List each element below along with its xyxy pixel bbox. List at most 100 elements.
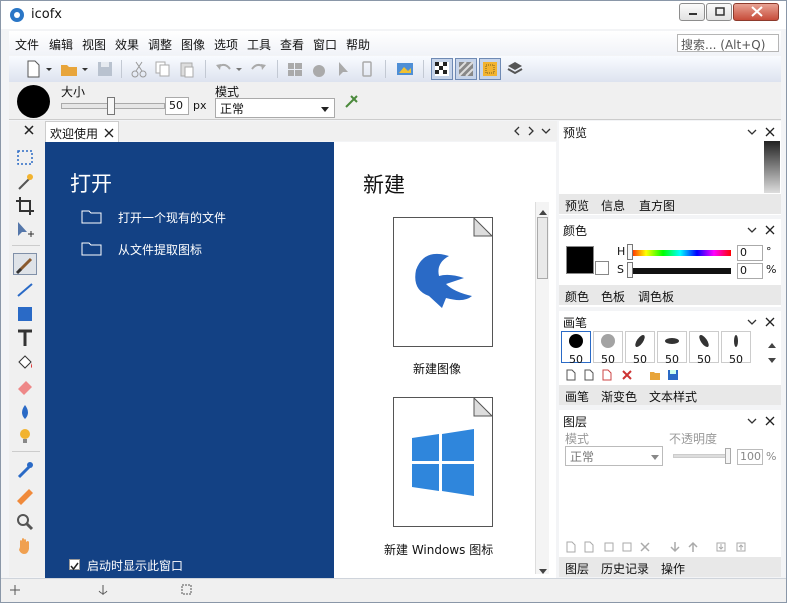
tab-welcome[interactable]: 欢迎使用 <box>45 121 119 142</box>
paste-icon[interactable] <box>177 59 197 79</box>
rect-select-tool-icon[interactable] <box>13 147 37 169</box>
menu-edit[interactable]: 编辑 <box>49 36 73 53</box>
text-tool-icon[interactable] <box>13 327 37 349</box>
layers-icon[interactable] <box>505 59 525 79</box>
move-layer-up-icon[interactable] <box>687 541 699 556</box>
eraser-tool-icon[interactable] <box>13 375 37 397</box>
tab-layers[interactable]: 图层 <box>565 560 589 577</box>
mobile-icon[interactable] <box>357 59 377 79</box>
delete-brush-icon[interactable] <box>621 369 633 384</box>
brush-item[interactable]: 50 <box>561 331 591 366</box>
cut-icon[interactable] <box>129 59 149 79</box>
redo-icon[interactable] <box>249 59 269 79</box>
menu-view[interactable]: 视图 <box>82 36 106 53</box>
size-slider[interactable] <box>61 97 165 115</box>
hand-tool-icon[interactable] <box>13 535 37 557</box>
hue-slider[interactable] <box>629 250 731 256</box>
vertical-scrollbar[interactable] <box>535 202 549 574</box>
save-icon[interactable] <box>95 59 115 79</box>
tab-preview[interactable]: 预览 <box>565 197 589 214</box>
menu-window[interactable]: 窗口 <box>313 36 337 53</box>
crop-tool-icon[interactable] <box>13 195 37 217</box>
scrollbar-thumb[interactable] <box>537 217 548 279</box>
delete-layer-icon[interactable] <box>639 541 651 556</box>
layer-opacity-input[interactable]: 100 <box>737 449 763 465</box>
primary-color-swatch[interactable] <box>566 246 594 274</box>
brush-tool-icon[interactable] <box>13 253 37 275</box>
grid-background-icon[interactable] <box>479 58 501 80</box>
magic-wand-tool-icon[interactable] <box>13 171 37 193</box>
scroll-down-icon[interactable] <box>539 564 547 578</box>
menu-tools[interactable]: 工具 <box>247 36 271 53</box>
layer-properties-icon[interactable] <box>621 541 633 556</box>
duplicate-layer-icon[interactable] <box>583 541 595 556</box>
layer-opacity-slider[interactable] <box>673 454 729 458</box>
mode-select[interactable]: 正常 <box>215 98 335 118</box>
rectangle-tool-icon[interactable] <box>13 303 37 325</box>
open-dropdown-icon[interactable] <box>81 59 89 79</box>
close-tools-icon[interactable] <box>23 124 35 136</box>
apple-icon[interactable] <box>309 59 329 79</box>
duplicate-brush-icon[interactable] <box>583 369 595 384</box>
tab-histogram[interactable]: 直方图 <box>639 197 675 214</box>
brush-item[interactable]: 50 <box>625 331 655 366</box>
chevron-right-icon[interactable] <box>527 125 535 139</box>
brush-item[interactable]: 50 <box>721 331 751 366</box>
menu-look[interactable]: 查看 <box>280 36 304 53</box>
chevron-down-icon[interactable] <box>747 415 757 429</box>
close-panel-icon[interactable] <box>765 415 775 429</box>
new-file-icon[interactable] <box>23 59 43 79</box>
tab-swatches[interactable]: 色板 <box>601 288 625 305</box>
search-input[interactable]: 搜索... (Alt+Q) <box>677 34 779 52</box>
layer-opacity-thumb[interactable] <box>725 448 731 464</box>
new-windows-icon-button[interactable]: 新建 Windows 图标 <box>374 397 514 557</box>
merge-layer-icon[interactable] <box>603 541 615 556</box>
saturation-slider[interactable] <box>629 268 731 274</box>
open-brushes-icon[interactable] <box>649 369 661 384</box>
blur-drop-tool-icon[interactable] <box>13 401 37 423</box>
chevron-down-icon[interactable] <box>747 316 757 330</box>
new-brush-icon[interactable] <box>565 369 577 384</box>
move-tool-icon[interactable] <box>13 219 37 241</box>
cursor-icon[interactable] <box>333 59 353 79</box>
maximize-button[interactable] <box>706 3 732 21</box>
tab-info[interactable]: 信息 <box>601 197 625 214</box>
tab-actions[interactable]: 操作 <box>661 560 685 577</box>
new-layer-icon[interactable] <box>565 541 577 556</box>
brush-item[interactable]: 50 <box>593 331 623 366</box>
chevron-down-icon[interactable] <box>747 126 757 140</box>
tab-brushes[interactable]: 画笔 <box>565 388 589 405</box>
scroll-up-icon[interactable] <box>539 204 547 218</box>
extract-icon-link[interactable]: 从文件提取图标 <box>81 240 281 260</box>
image-preview-icon[interactable] <box>395 59 415 79</box>
layer-top-icon[interactable] <box>735 541 747 556</box>
hue-slider-thumb[interactable] <box>627 244 633 260</box>
chevron-down-icon[interactable] <box>541 125 551 139</box>
saturation-input[interactable]: 0 <box>737 263 763 279</box>
menu-help[interactable]: 帮助 <box>346 36 370 53</box>
size-slider-thumb[interactable] <box>107 97 115 115</box>
size-input[interactable]: 50 <box>165 97 189 115</box>
open-folder-icon[interactable] <box>59 59 79 79</box>
line-tool-icon[interactable] <box>13 279 37 301</box>
minimize-button[interactable] <box>679 3 705 21</box>
chevron-down-icon[interactable] <box>747 224 757 238</box>
menu-image[interactable]: 图像 <box>181 36 205 53</box>
checker-background-icon[interactable] <box>431 58 453 80</box>
show-on-startup-checkbox[interactable] <box>69 559 80 571</box>
menu-adjust[interactable]: 调整 <box>148 36 172 53</box>
save-brushes-icon[interactable] <box>667 369 679 384</box>
close-panel-icon[interactable] <box>765 126 775 140</box>
hue-input[interactable]: 0 <box>737 245 763 261</box>
close-tab-icon[interactable] <box>104 127 114 141</box>
light-bulb-tool-icon[interactable] <box>13 425 37 447</box>
copy-icon[interactable] <box>153 59 173 79</box>
secondary-color-swatch[interactable] <box>595 261 609 275</box>
windows-icon[interactable] <box>285 59 305 79</box>
menu-effects[interactable]: 效果 <box>115 36 139 53</box>
open-existing-link[interactable]: 打开一个现有的文件 <box>81 208 281 228</box>
zoom-tool-icon[interactable] <box>13 511 37 533</box>
brush-scroll-up-icon[interactable] <box>768 337 776 351</box>
layer-bottom-icon[interactable] <box>715 541 727 556</box>
menu-file[interactable]: 文件 <box>15 36 39 53</box>
